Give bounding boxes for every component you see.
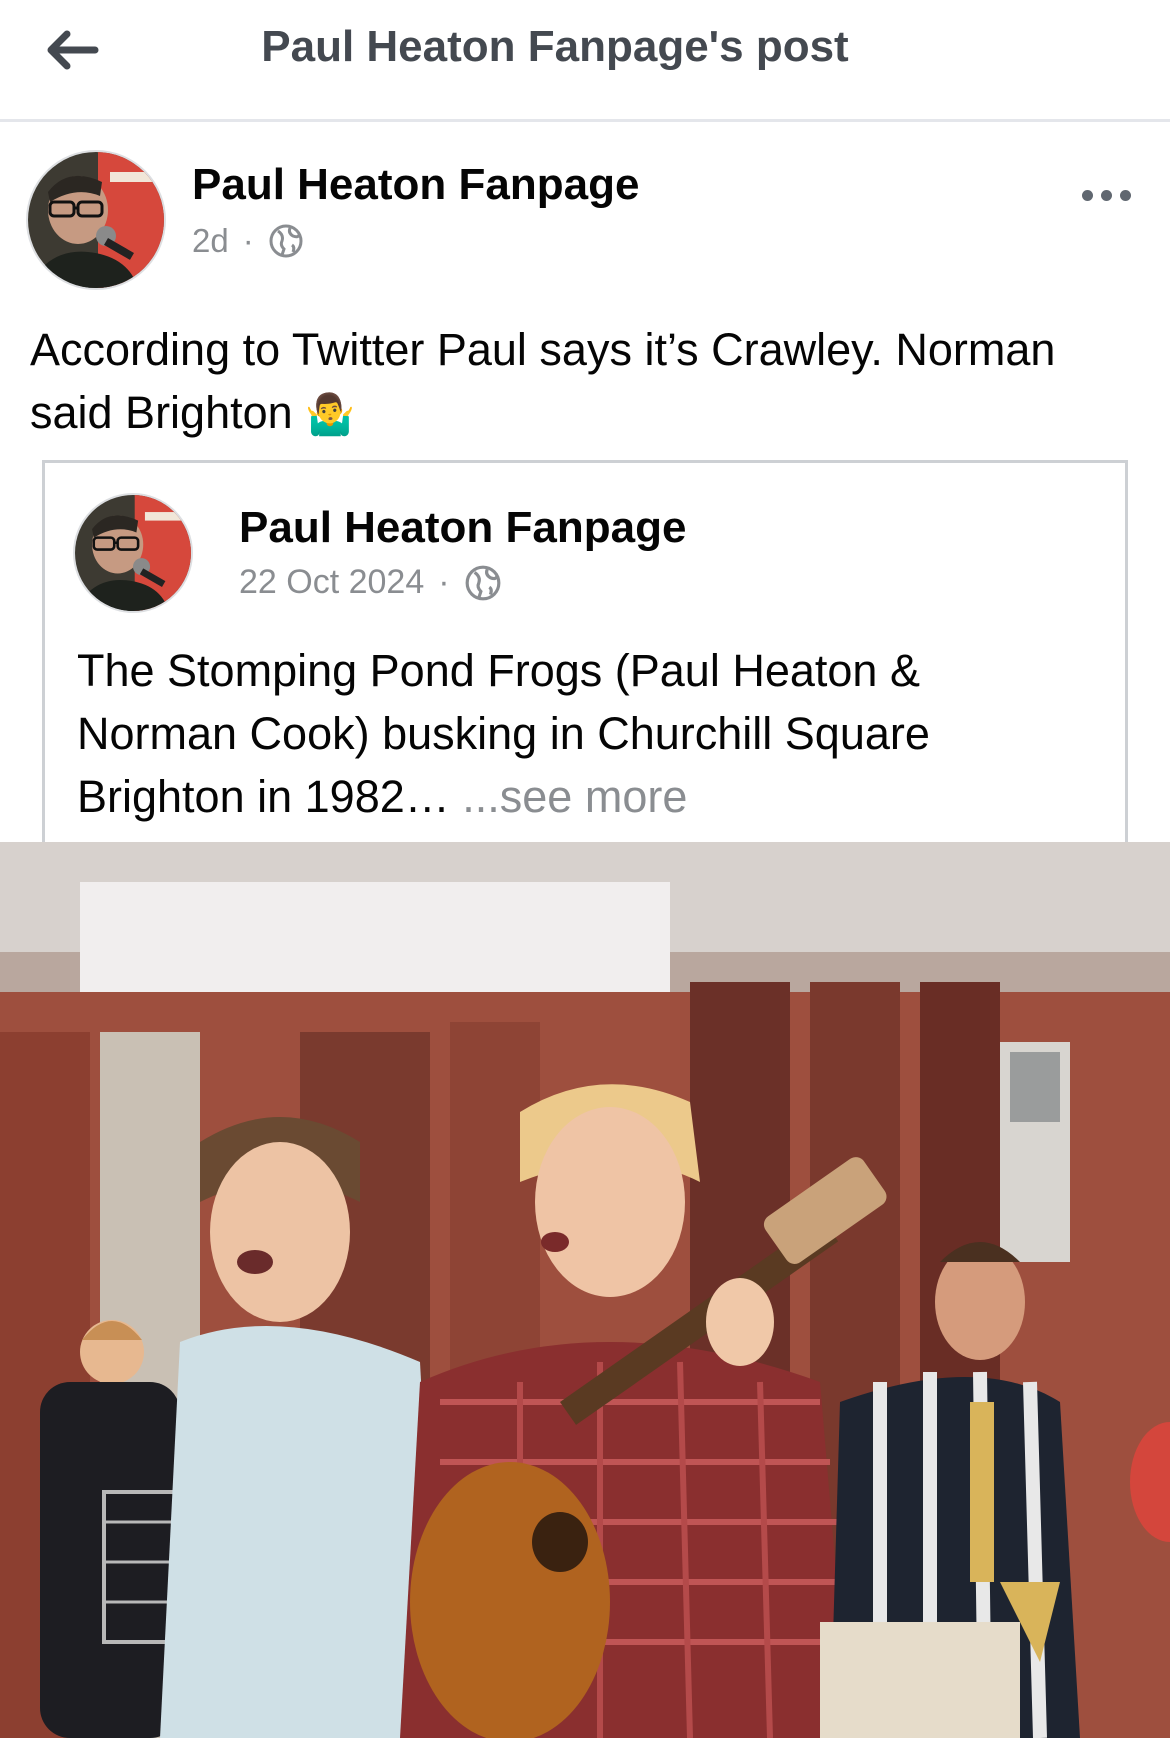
page-title: Paul Heaton Fanpage's post	[261, 22, 849, 71]
post-text: According to Twitter Paul says it’s Craw…	[30, 318, 1140, 447]
post-photo[interactable]	[0, 842, 1170, 1738]
globe-icon	[465, 565, 500, 600]
more-options-icon	[1082, 189, 1093, 201]
post-text-body: According to Twitter Paul says it’s Craw…	[30, 324, 1056, 438]
post-meta: 2d ·	[192, 222, 304, 260]
post-author-name[interactable]: Paul Heaton Fanpage	[192, 160, 639, 210]
avatar[interactable]	[26, 150, 166, 290]
busking-photo	[0, 842, 1170, 1738]
meta-separator: ·	[242, 222, 254, 259]
more-options-button[interactable]	[1082, 180, 1170, 210]
shared-post-date[interactable]: 22 Oct 2024	[239, 563, 424, 602]
shrug-emoji: 🤷‍♂️	[305, 393, 355, 437]
meta-separator: ·	[438, 563, 450, 601]
shared-post-card[interactable]: Paul Heaton Fanpage 22 Oct 2024 · The St…	[42, 460, 1128, 850]
top-bar: Paul Heaton Fanpage's post	[0, 0, 1170, 122]
post-time[interactable]: 2d	[192, 222, 229, 260]
see-more-link[interactable]: ...see more	[462, 771, 687, 822]
shared-post-text: The Stomping Pond Frogs (Paul Heaton & N…	[77, 639, 1087, 828]
shared-post-meta: 22 Oct 2024 ·	[239, 563, 502, 602]
shared-post-avatar[interactable]	[73, 493, 193, 613]
globe-icon	[269, 224, 303, 258]
shared-post-author-name[interactable]: Paul Heaton Fanpage	[239, 503, 686, 553]
